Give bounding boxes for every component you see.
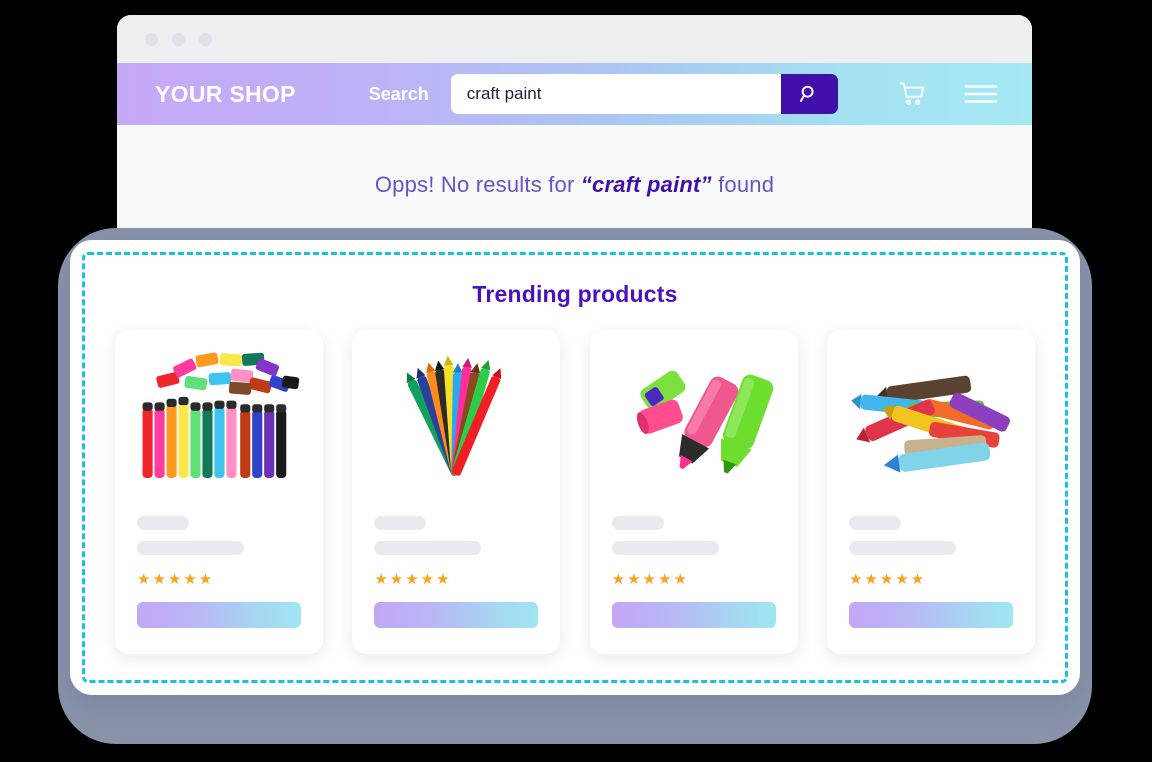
product-action-button[interactable] <box>137 602 301 628</box>
header-icon-group <box>898 81 998 107</box>
felt-pens-illustration <box>407 355 502 476</box>
product-image-highlighters <box>612 344 776 494</box>
highlighters-illustration <box>636 370 773 474</box>
product-image-colored-markers <box>137 344 301 494</box>
markers-illustration <box>142 352 300 478</box>
window-dot-close[interactable] <box>145 32 158 46</box>
browser-titlebar <box>117 15 1032 63</box>
product-title-placeholder <box>611 516 664 530</box>
search-input[interactable] <box>450 74 781 114</box>
product-subtitle-placeholder <box>848 541 956 555</box>
product-rating: ★★★★★ <box>848 571 927 588</box>
search-label: Search <box>368 83 429 104</box>
product-rating: ★★★★★ <box>137 571 215 588</box>
product-title-placeholder <box>848 516 901 530</box>
shopping-cart-icon <box>899 82 925 105</box>
product-image-crayons <box>849 344 1013 494</box>
no-results-prefix: Opps! No results for <box>374 172 581 197</box>
product-card[interactable]: ★★★★★ <box>589 330 798 654</box>
trending-panel-dashed-border: Trending products ★★★★★ ★★★★★ ★★★★★ ★★★★… <box>82 252 1068 683</box>
no-results-message: Opps! No results for “craft paint” found <box>117 125 1032 198</box>
cart-button[interactable] <box>898 81 926 107</box>
product-action-button[interactable] <box>848 602 1013 628</box>
product-subtitle-placeholder <box>137 541 244 555</box>
shop-logo[interactable]: YOUR SHOP <box>155 81 296 108</box>
no-results-suffix: found <box>711 172 775 197</box>
product-subtitle-placeholder <box>374 541 482 555</box>
product-action-button[interactable] <box>611 602 776 628</box>
product-title-placeholder <box>374 516 427 530</box>
search-bar <box>450 74 838 114</box>
window-dot-minimize[interactable] <box>172 32 185 46</box>
product-card-list: ★★★★★ ★★★★★ ★★★★★ ★★★★★ <box>115 330 1035 654</box>
hamburger-menu-icon <box>964 85 998 103</box>
search-submit-button[interactable] <box>780 74 838 114</box>
screenshot-stage: YOUR SHOP Search craft paint Opps! No re… <box>0 0 1152 762</box>
product-action-button[interactable] <box>374 602 539 628</box>
product-rating: ★★★★★ <box>611 571 689 588</box>
magnifier-icon <box>800 85 814 102</box>
product-rating: ★★★★★ <box>374 571 452 588</box>
product-subtitle-placeholder <box>611 541 719 555</box>
trending-panel: Trending products ★★★★★ ★★★★★ ★★★★★ ★★★★… <box>70 240 1080 695</box>
window-dot-maximize[interactable] <box>199 32 212 46</box>
product-card[interactable]: ★★★★★ <box>826 330 1035 654</box>
product-card[interactable]: ★★★★★ <box>352 330 561 654</box>
menu-button[interactable] <box>964 82 998 106</box>
trending-title: Trending products <box>472 281 678 307</box>
product-title-placeholder <box>137 516 189 530</box>
no-results-query: “craft paint” <box>580 172 712 197</box>
crayons-illustration <box>851 375 1010 473</box>
product-image-felt-tip-pens <box>374 344 538 494</box>
product-card[interactable]: ★★★★★ <box>115 330 323 654</box>
shop-header: YOUR SHOP Search <box>117 63 1032 125</box>
